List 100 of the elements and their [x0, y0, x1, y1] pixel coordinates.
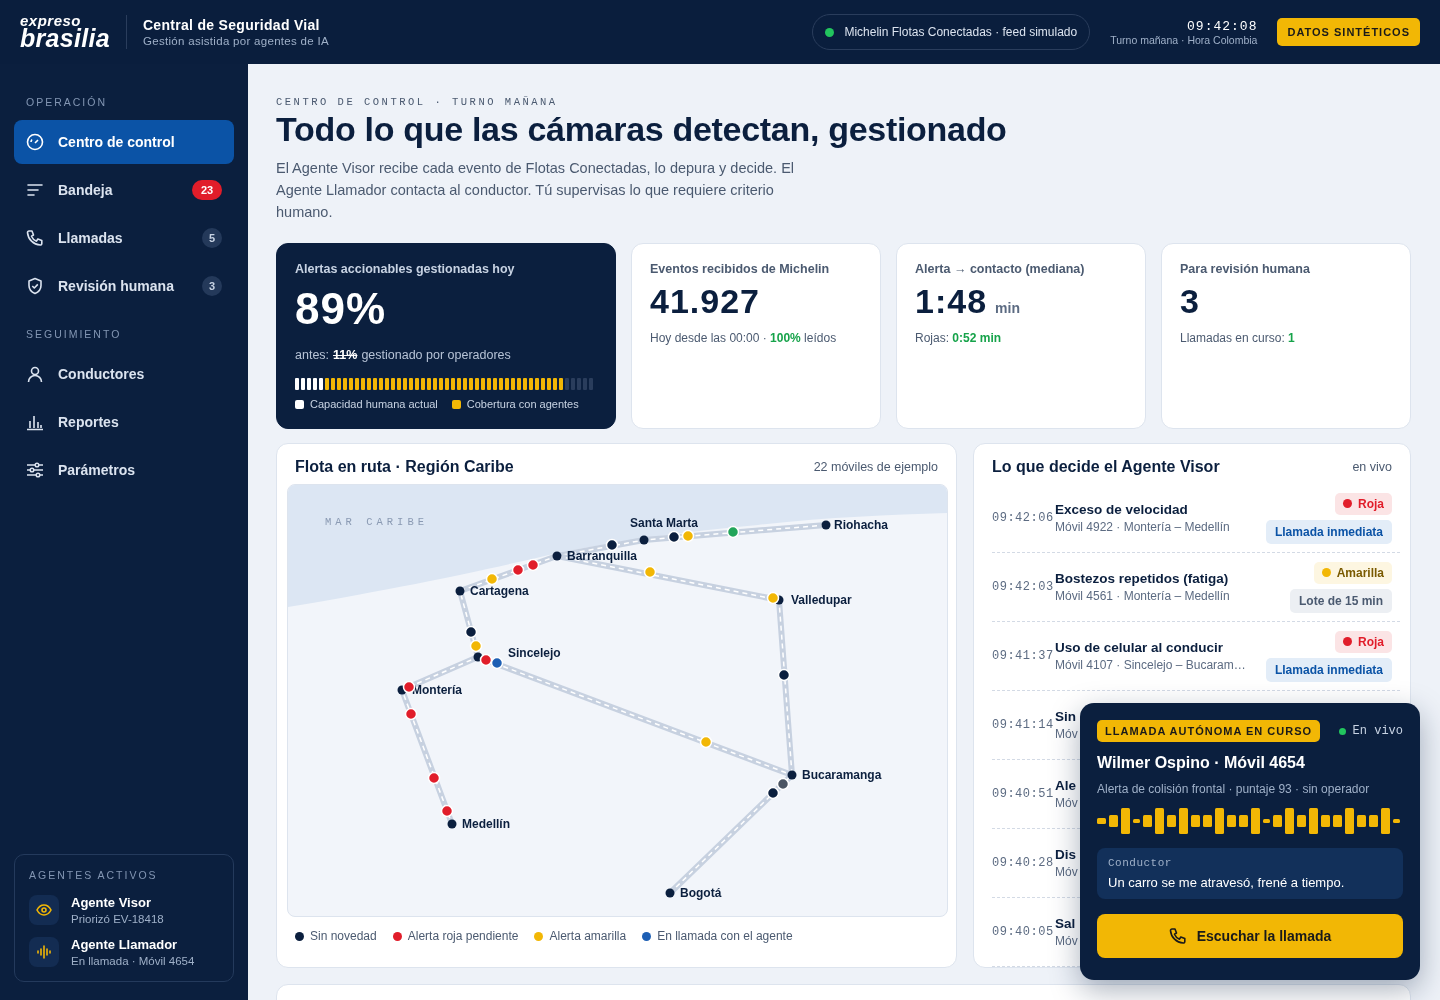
agent-status: En llamada · Móvil 4654 [71, 955, 195, 967]
feed-label: Michelin Flotas Conectadas · feed simulado [844, 25, 1078, 39]
section-label: OPERACIÓN [25, 96, 108, 108]
stat-label: Alertas accionables gestionadas hoy [295, 262, 516, 276]
audio-wave-icon [37, 945, 51, 959]
city-marker [447, 819, 457, 829]
event-detail: Móv [1055, 934, 1078, 948]
vehicle-marker[interactable] [440, 804, 454, 818]
stat-label: Alerta → contacto (mediana) [915, 262, 1086, 276]
speaker-label: Conductor [1108, 857, 1173, 869]
event-detail: Móvil 4561 · Montería – Medellín [1055, 589, 1230, 603]
city-label: Cartagena [470, 584, 529, 598]
legend-label: Sin novedad [310, 929, 377, 943]
event-detail: Móvil 4922 · Montería – Medellín [1055, 520, 1230, 534]
event-title: Dis [1055, 847, 1076, 862]
stat-note: Rojas: 0:52 min [915, 331, 1003, 345]
call-title: Wilmer Ospino · Móvil 4654 [1097, 754, 1306, 772]
vehicle-marker[interactable] [526, 558, 540, 572]
city-label: Valledupar [791, 593, 852, 607]
section-label: AGENTES ACTIVOS [29, 869, 159, 881]
vehicle-marker[interactable] [479, 653, 493, 667]
gauge-icon [26, 133, 44, 151]
event-title: Sal [1055, 916, 1076, 931]
stat-note: Llamadas en curso: 1 [1180, 331, 1296, 345]
event-time: 09:42:03 [992, 580, 1055, 594]
city-marker [552, 551, 562, 561]
event-detail: Móv [1055, 727, 1078, 741]
event-detail: Móv [1055, 796, 1078, 810]
listen-button[interactable]: Escuchar la llamada [1097, 914, 1403, 958]
agent-name: Agente Llamador [71, 937, 179, 952]
card-title: Flota en ruta · Región Caribe [295, 458, 514, 476]
stat-note: Hoy desde las 00:00 · 100% leídos [650, 331, 838, 345]
nav-item[interactable]: Llamadas 5 [14, 216, 234, 260]
app-title: Central de Seguridad Vial [142, 17, 321, 33]
action-button[interactable]: Llamada inmediata [1265, 657, 1392, 682]
sliders-icon [26, 461, 44, 479]
phone-icon [1168, 927, 1187, 945]
vehicle-marker[interactable] [776, 777, 790, 791]
vehicle-marker[interactable] [643, 565, 657, 579]
city-label: Medellín [462, 817, 510, 831]
vehicle-marker[interactable] [699, 735, 713, 749]
transcript-text: Un carro se me atravesó, frené a tiempo. [1108, 875, 1346, 890]
page-title: Todo lo que las cámaras detectan, gestionado [276, 110, 1008, 149]
vehicle-marker[interactable] [766, 786, 780, 800]
agent-status: Priorizó EV-18418 [71, 913, 164, 925]
vehicle-marker[interactable] [404, 707, 418, 721]
vehicle-marker[interactable] [427, 771, 441, 785]
nav-item[interactable]: Reportes [14, 400, 234, 444]
shield-check-icon [26, 277, 44, 295]
vehicle-marker[interactable] [469, 639, 483, 653]
event-detail: Móv [1055, 865, 1078, 879]
city-label: Bucaramanga [802, 768, 882, 782]
severity-badge: Roja [1335, 492, 1392, 515]
legend-label: Capacidad humana actual [310, 398, 438, 410]
action-button[interactable]: Llamada inmediata [1265, 519, 1392, 544]
event-title: Bostezos repetidos (fatiga) [1055, 571, 1229, 586]
action-button[interactable]: Lote de 15 min [1289, 588, 1392, 613]
city-marker [821, 520, 831, 530]
event-time: 09:40:05 [992, 925, 1055, 939]
card-title: Lo que decide el Agente Visor [992, 458, 1220, 476]
vehicle-marker[interactable] [766, 591, 780, 605]
vehicle-marker[interactable] [726, 525, 740, 539]
city-label: Barranquilla [567, 549, 638, 563]
city-marker [787, 770, 797, 780]
city-marker [665, 888, 675, 898]
vehicle-marker[interactable] [777, 668, 791, 682]
nav-item[interactable]: Centro de control [14, 120, 234, 164]
nav-item[interactable]: Conductores [14, 352, 234, 396]
agent-name: Agente Visor [71, 895, 152, 910]
legend-label: Cobertura con agentes [466, 398, 579, 410]
stat-label: Para revisión humana [1180, 262, 1311, 276]
vehicle-marker[interactable] [511, 563, 525, 577]
section-label: SEGUIMIENTO [25, 328, 123, 340]
bar-chart-icon [26, 413, 44, 431]
nav-item[interactable]: Bandeja 23 [14, 168, 234, 212]
vehicle-count: 22 móviles de ejemplo [813, 460, 938, 474]
nav-item[interactable]: Parámetros [14, 448, 234, 492]
vehicle-marker[interactable] [490, 656, 504, 670]
vehicle-marker[interactable] [464, 625, 478, 639]
vehicle-marker[interactable] [485, 572, 499, 586]
nav-item[interactable]: Revisión humana 3 [14, 264, 234, 308]
event-detail: Móvil 4107 · Sincelejo – Bucaram… [1055, 658, 1246, 672]
live-label: en vivo [1352, 460, 1392, 474]
severity-badge: Roja [1335, 630, 1392, 653]
logo-text: brasilia [20, 27, 110, 49]
shift-label: Turno mañana · Hora Colombia [1110, 33, 1258, 46]
event-title: Exceso de velocidad [1055, 502, 1188, 517]
severity-badge: Amarilla [1313, 561, 1392, 584]
event-title: Uso de celular al conducir [1055, 640, 1224, 655]
legend-label: Alerta amarilla [549, 929, 627, 943]
synthetic-data-badge[interactable]: DATOS SINTÉTICOS [1277, 18, 1420, 46]
vehicle-marker[interactable] [667, 530, 681, 544]
event-time: 09:41:14 [992, 718, 1055, 732]
call-status-tag: LLAMADA AUTÓNOMA EN CURSO [1097, 720, 1321, 742]
event-time: 09:42:06 [992, 511, 1055, 525]
before-note: antes: 11% gestionado por operadores [295, 348, 512, 362]
vehicle-marker[interactable] [605, 538, 619, 552]
vehicle-marker[interactable] [681, 529, 695, 543]
count-badge: 23 [192, 180, 222, 200]
page-description: El Agente Visor recibe cada evento de Flotas Conectadas, lo depura y decide. El Agente Llamador contacta al conductor. Tú supervisas lo que requiere criterio humano. [276, 159, 796, 222]
